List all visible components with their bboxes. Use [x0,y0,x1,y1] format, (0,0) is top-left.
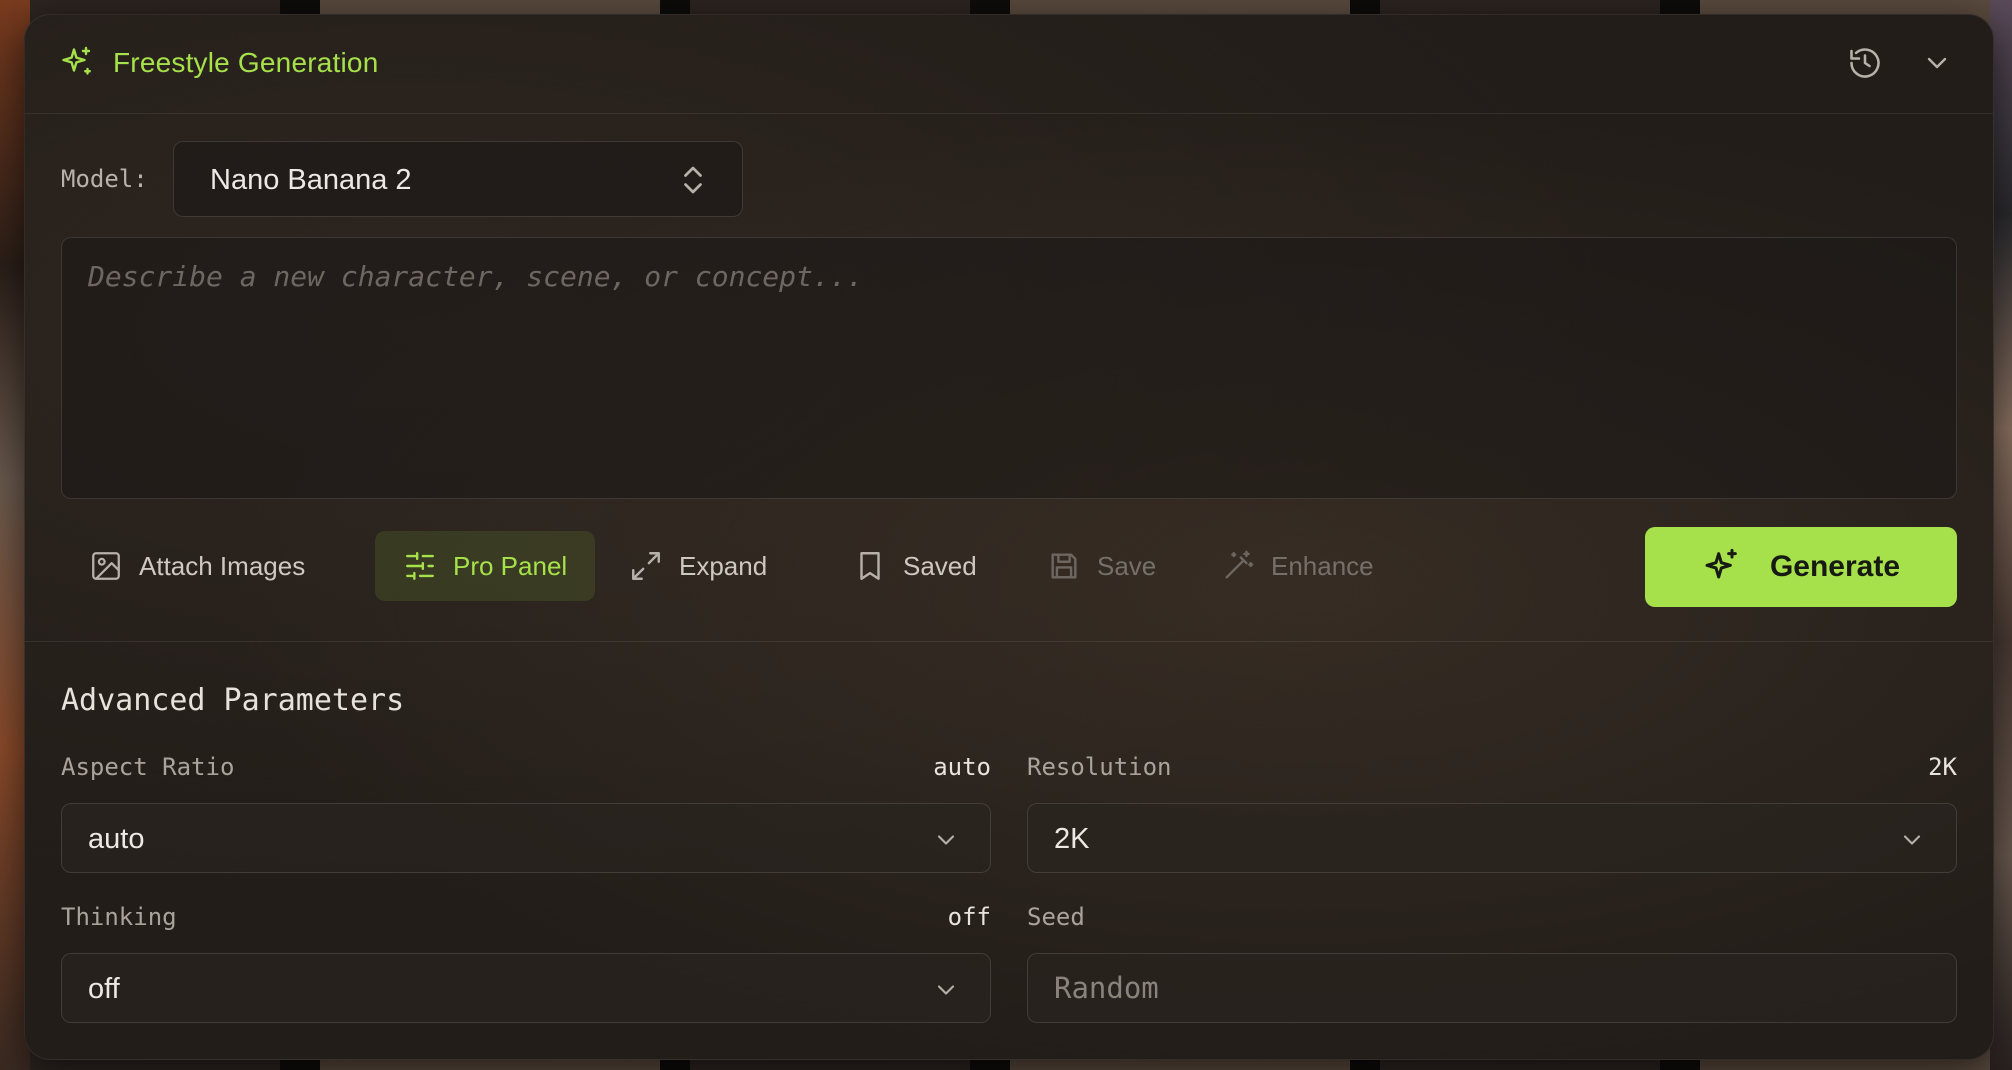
chevron-down-icon [1903,835,1921,845]
save-label: Save [1097,550,1157,581]
section-divider [25,641,1993,642]
resolution-label: Resolution [1027,753,1172,781]
model-select[interactable]: Nano Banana 2 [173,141,743,217]
attach-images-label: Attach Images [139,550,306,581]
thinking-current-value: off [947,903,991,931]
model-selected-value: Nano Banana 2 [210,164,412,196]
pro-panel-label: Pro Panel [453,550,568,581]
floppy-disk-icon [1051,553,1077,579]
resolution-current-value: 2K [1928,753,1957,781]
attach-images-button[interactable]: Attach Images [61,531,333,601]
chevron-down-icon [937,835,955,845]
save-button[interactable]: Save [1019,531,1184,601]
generate-label: Generate [1769,550,1901,583]
generate-button[interactable]: Generate [1645,527,1957,607]
model-label: Model: [61,165,148,193]
chevron-up-down-icon [684,166,702,194]
freestyle-generation-panel: Freestyle Generation Model: Nano Banana … [24,14,1994,1060]
pro-panel-button[interactable]: Pro Panel [375,531,596,601]
bookmark-icon [860,552,880,580]
enhance-label: Enhance [1271,550,1374,581]
panel-title: Freestyle Generation [113,47,379,78]
saved-label: Saved [903,550,977,581]
aspect-ratio-current-value: auto [933,753,991,781]
prompt-input[interactable] [62,238,1956,498]
prompt-toolbar: Attach Images Pro Panel Expand Saved Sav… [61,527,1957,607]
advanced-parameters-heading: Advanced Parameters [61,683,405,718]
panel-header: Freestyle Generation [25,15,1993,114]
seed-label: Seed [1027,903,1085,931]
history-icon[interactable] [1847,45,1883,81]
enhance-button[interactable]: Enhance [1193,531,1402,601]
expand-icon [632,552,660,580]
expand-label: Expand [679,550,768,581]
seed-input[interactable] [1028,954,1956,1022]
thinking-label: Thinking [61,903,177,931]
aspect-ratio-label: Aspect Ratio [61,753,235,781]
expand-button[interactable]: Expand [601,531,795,601]
resolution-select[interactable]: 2K [1027,803,1957,873]
magic-wand-icon [1225,550,1254,579]
saved-button[interactable]: Saved [825,531,1005,601]
aspect-ratio-select[interactable]: auto [61,803,991,873]
sliders-icon [406,552,434,580]
sparkle-icon [62,46,91,75]
image-icon [92,552,120,580]
chevron-down-icon [937,985,955,995]
collapse-chevron-icon[interactable] [1921,47,1953,79]
aspect-ratio-selected: auto [88,823,145,855]
resolution-selected: 2K [1054,823,1090,855]
thinking-selected: off [88,973,120,1005]
thinking-select[interactable]: off [61,953,991,1023]
seed-field [1027,953,1957,1023]
prompt-box [61,237,1957,499]
sparkle-icon [1705,548,1737,579]
